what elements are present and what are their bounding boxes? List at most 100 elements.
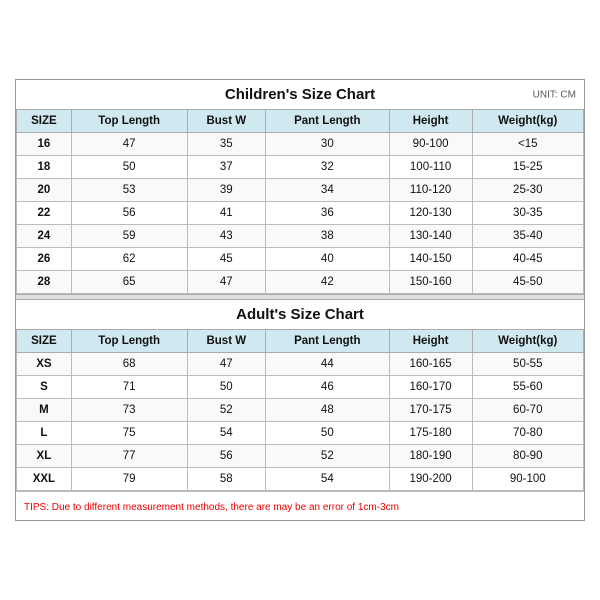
table-cell: 90-100 — [389, 133, 472, 156]
table-row: XL775652180-19080-90 — [17, 445, 584, 468]
table-cell: 38 — [266, 225, 390, 248]
table-cell: 40 — [266, 248, 390, 271]
table-cell: 75 — [71, 422, 187, 445]
table-cell: 39 — [187, 179, 265, 202]
table-row: M735248170-17560-70 — [17, 399, 584, 422]
children-body: 1647353090-100<1518503732100-11015-25205… — [17, 133, 584, 294]
adults-header-row: SIZE Top Length Bust W Pant Length Heigh… — [17, 330, 584, 353]
children-title-row: Children's Size Chart UNIT: CM — [16, 80, 584, 109]
table-cell: 45 — [187, 248, 265, 271]
children-col-toplength: Top Length — [71, 110, 187, 133]
table-cell: 50 — [266, 422, 390, 445]
table-cell: 50-55 — [472, 353, 583, 376]
children-col-pantlength: Pant Length — [266, 110, 390, 133]
table-cell: 47 — [187, 271, 265, 294]
table-cell: 22 — [17, 202, 72, 225]
table-cell: 30 — [266, 133, 390, 156]
table-cell: 50 — [71, 156, 187, 179]
size-chart-container: Children's Size Chart UNIT: CM SIZE Top … — [15, 79, 585, 521]
table-cell: XXL — [17, 468, 72, 491]
table-cell: 40-45 — [472, 248, 583, 271]
table-cell: 41 — [187, 202, 265, 225]
table-row: S715046160-17055-60 — [17, 376, 584, 399]
adults-col-size: SIZE — [17, 330, 72, 353]
table-cell: 58 — [187, 468, 265, 491]
table-cell: 55-60 — [472, 376, 583, 399]
table-cell: 175-180 — [389, 422, 472, 445]
table-cell: M — [17, 399, 72, 422]
table-cell: XL — [17, 445, 72, 468]
table-cell: 47 — [187, 353, 265, 376]
table-cell: 15-25 — [472, 156, 583, 179]
adults-col-height: Height — [389, 330, 472, 353]
table-cell: 50 — [187, 376, 265, 399]
tips-row: TIPS: Due to different measurement metho… — [16, 491, 584, 520]
table-cell: 160-165 — [389, 353, 472, 376]
children-col-size: SIZE — [17, 110, 72, 133]
table-cell: 42 — [266, 271, 390, 294]
table-cell: 48 — [266, 399, 390, 422]
table-cell: 170-175 — [389, 399, 472, 422]
table-cell: 59 — [71, 225, 187, 248]
table-cell: 37 — [187, 156, 265, 179]
table-cell: 46 — [266, 376, 390, 399]
children-header-row: SIZE Top Length Bust W Pant Length Heigh… — [17, 110, 584, 133]
table-cell: S — [17, 376, 72, 399]
adults-title: Adult's Size Chart — [20, 306, 580, 323]
table-row: 24594338130-14035-40 — [17, 225, 584, 248]
table-cell: 65 — [71, 271, 187, 294]
table-cell: 20 — [17, 179, 72, 202]
table-cell: 25-30 — [472, 179, 583, 202]
children-col-bustw: Bust W — [187, 110, 265, 133]
adults-title-row: Adult's Size Chart — [16, 300, 584, 329]
table-cell: 190-200 — [389, 468, 472, 491]
table-cell: 70-80 — [472, 422, 583, 445]
table-cell: 43 — [187, 225, 265, 248]
table-cell: 68 — [71, 353, 187, 376]
adults-col-toplength: Top Length — [71, 330, 187, 353]
table-cell: 16 — [17, 133, 72, 156]
table-cell: L — [17, 422, 72, 445]
table-cell: 52 — [266, 445, 390, 468]
table-cell: 53 — [71, 179, 187, 202]
unit-label: UNIT: CM — [533, 89, 576, 100]
children-col-height: Height — [389, 110, 472, 133]
table-cell: 56 — [187, 445, 265, 468]
table-cell: 160-170 — [389, 376, 472, 399]
table-cell: 180-190 — [389, 445, 472, 468]
table-cell: 100-110 — [389, 156, 472, 179]
table-cell: 44 — [266, 353, 390, 376]
table-cell: 77 — [71, 445, 187, 468]
table-cell: 47 — [71, 133, 187, 156]
table-cell: 30-35 — [472, 202, 583, 225]
adults-col-pantlength: Pant Length — [266, 330, 390, 353]
table-row: 1647353090-100<15 — [17, 133, 584, 156]
children-col-weight: Weight(kg) — [472, 110, 583, 133]
adults-col-bustw: Bust W — [187, 330, 265, 353]
table-cell: 62 — [71, 248, 187, 271]
table-row: 22564136120-13030-35 — [17, 202, 584, 225]
table-cell: 130-140 — [389, 225, 472, 248]
tips-text: TIPS: Due to different measurement metho… — [24, 502, 399, 513]
table-cell: 28 — [17, 271, 72, 294]
table-row: XXL795854190-20090-100 — [17, 468, 584, 491]
table-cell: 120-130 — [389, 202, 472, 225]
table-cell: 71 — [71, 376, 187, 399]
table-cell: 35 — [187, 133, 265, 156]
table-cell: 52 — [187, 399, 265, 422]
table-cell: <15 — [472, 133, 583, 156]
table-cell: 110-120 — [389, 179, 472, 202]
table-cell: XS — [17, 353, 72, 376]
table-row: 28654742150-16045-50 — [17, 271, 584, 294]
table-cell: 60-70 — [472, 399, 583, 422]
table-cell: 80-90 — [472, 445, 583, 468]
table-row: 26624540140-15040-45 — [17, 248, 584, 271]
table-cell: 36 — [266, 202, 390, 225]
table-cell: 54 — [187, 422, 265, 445]
table-row: XS684744160-16550-55 — [17, 353, 584, 376]
adults-table: SIZE Top Length Bust W Pant Length Heigh… — [16, 329, 584, 491]
table-cell: 34 — [266, 179, 390, 202]
table-cell: 54 — [266, 468, 390, 491]
table-cell: 56 — [71, 202, 187, 225]
table-cell: 90-100 — [472, 468, 583, 491]
